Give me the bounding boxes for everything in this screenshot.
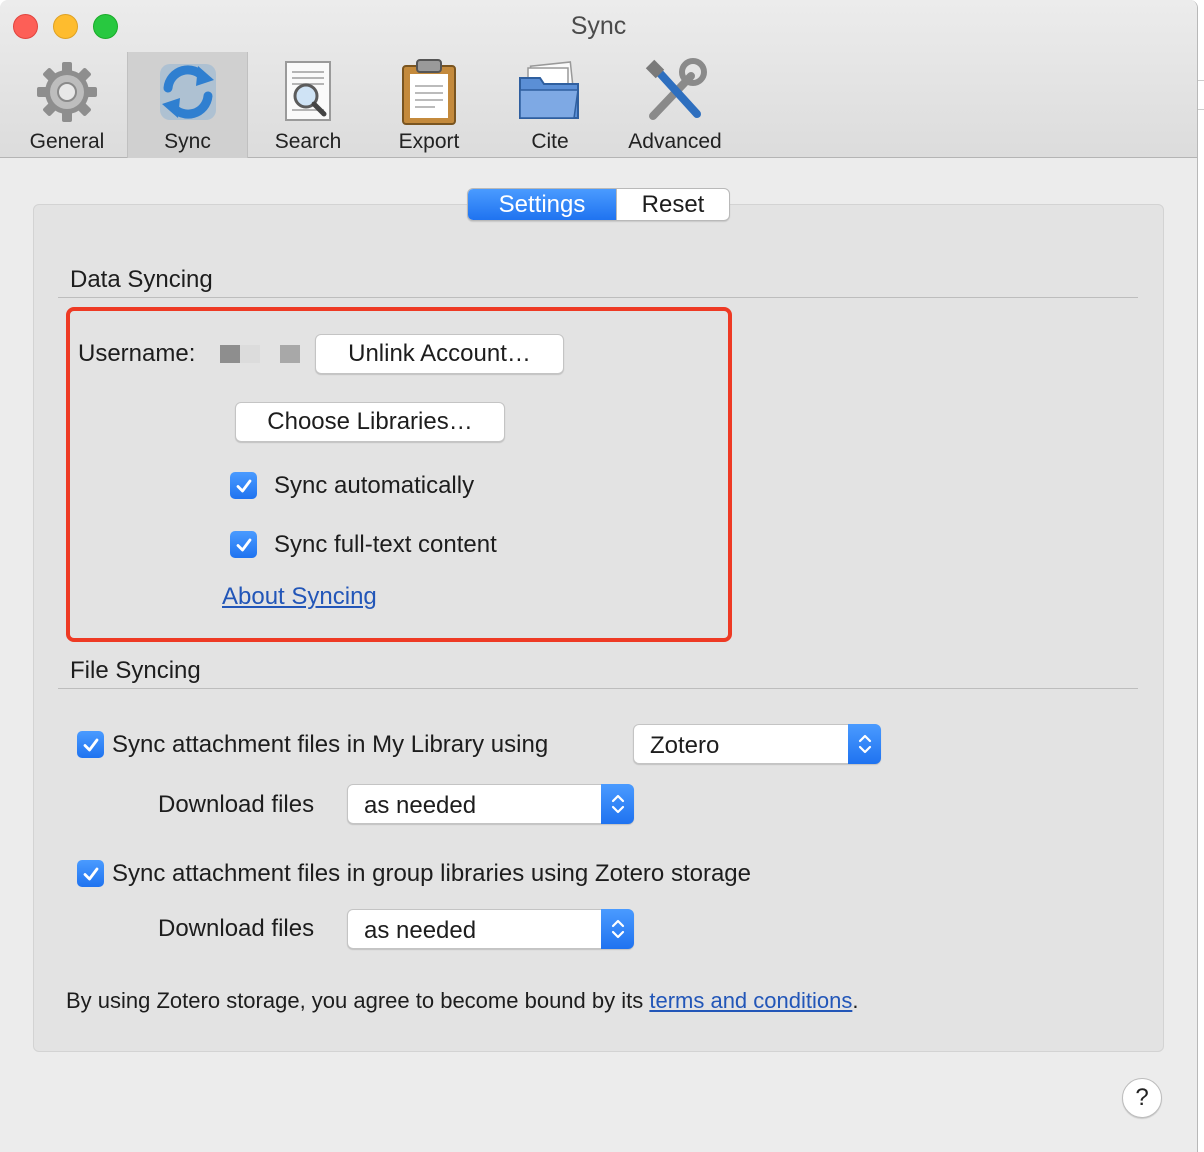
select-stepper-icon [601,784,634,824]
preferences-window: Sync General Sync Search Export Cite Adv… [0,0,1198,1152]
about-syncing-link[interactable]: About Syncing [222,583,377,611]
select-stepper-icon [848,724,881,764]
storage-terms-suffix: . [852,988,859,1013]
toolbar-general[interactable]: General [22,52,112,158]
sync-my-library-checkbox[interactable] [77,731,104,758]
checkmark-icon [236,538,251,551]
sync-my-library-label: Sync attachment files in My Library usin… [112,731,549,758]
clipboard-icon [402,59,456,125]
sync-fulltext-label: Sync full-text content [274,531,497,558]
toolbar-cite-label: Cite [531,130,569,153]
sync-group-libraries-checkbox[interactable] [77,860,104,887]
toolbar-cite[interactable]: Cite [505,52,595,158]
sync-automatically-label: Sync automatically [274,472,475,499]
data-syncing-title: Data Syncing [70,266,213,293]
data-syncing-divider [58,297,1138,298]
background-window-detail [1198,80,1204,110]
my-library-download-value: as needed [364,792,477,819]
toolbar-search-label: Search [274,130,342,153]
folder-icon [519,61,579,119]
toolbar-advanced[interactable]: Advanced [620,52,730,158]
file-syncing-divider [58,688,1138,689]
username-label: Username: [78,340,196,367]
choose-libraries-button[interactable]: Choose Libraries… [235,402,505,442]
toolbar-search[interactable]: Search [263,52,353,158]
terms-and-conditions-link[interactable]: terms and conditions [649,988,852,1013]
my-library-download-label: Download files [158,791,315,818]
checkmark-icon [236,479,251,492]
username-redacted-block [240,345,260,363]
username-redacted-block [280,345,300,363]
my-library-method-select[interactable]: Zotero [633,724,881,764]
title-bar: Sync General Sync Search Export Cite Adv… [0,0,1197,158]
tab-reset[interactable]: Reset [616,189,729,220]
sync-automatically-checkbox[interactable] [230,472,257,499]
group-libraries-download-select[interactable]: as needed [347,909,634,949]
select-stepper-icon [601,909,634,949]
sync-icon [159,64,216,120]
storage-terms-prefix: By using Zotero storage, you agree to be… [66,988,650,1013]
group-libraries-download-value: as needed [364,917,477,944]
search-document-icon [285,61,331,121]
toolbar-sync[interactable]: Sync [127,52,248,158]
tab-settings[interactable]: Settings [468,189,616,220]
toolbar-sync-label: Sync [164,130,211,153]
toolbar-export-label: Export [398,130,460,153]
my-library-method-value: Zotero [650,732,720,759]
toolbar-export[interactable]: Export [384,52,474,158]
checkmark-icon [83,738,98,751]
username-redacted-block [220,345,240,363]
checkmark-icon [83,867,98,880]
file-syncing-title: File Syncing [70,657,201,684]
group-libraries-download-label: Download files [158,915,315,942]
storage-terms-text: By using Zotero storage, you agree to be… [66,988,858,1014]
toolbar-general-label: General [29,130,105,153]
help-button[interactable]: ? [1122,1078,1162,1118]
window-title: Sync [570,12,627,40]
gear-icon [37,62,97,122]
my-library-download-select[interactable]: as needed [347,784,634,824]
tools-icon [645,58,707,120]
sync-fulltext-checkbox[interactable] [230,531,257,558]
tab-segmented-control: Settings Reset [467,188,730,221]
sync-group-libraries-label: Sync attachment files in group libraries… [112,860,751,887]
toolbar-advanced-label: Advanced [628,130,722,153]
unlink-account-button[interactable]: Unlink Account… [315,334,564,374]
background-window-edge [1198,0,1204,1152]
